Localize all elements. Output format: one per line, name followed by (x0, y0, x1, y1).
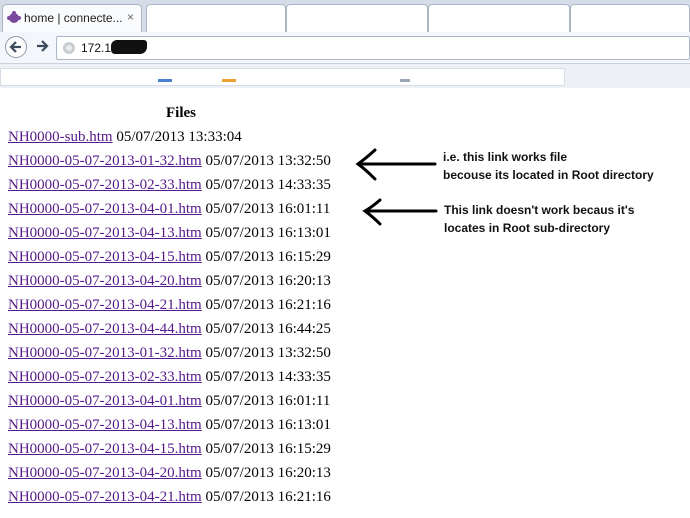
tab-title: home | connecte... (24, 11, 123, 25)
file-link[interactable]: NH0000-05-07-2013-04-15.htm (8, 441, 202, 457)
forward-arrow-icon (37, 40, 49, 52)
file-link[interactable]: NH0000-05-07-2013-04-13.htm (8, 417, 202, 433)
annotation-line: becouse its located in Root directory (443, 168, 654, 182)
file-row: NH0000-05-07-2013-04-15.htm 05/07/2013 1… (8, 249, 331, 266)
file-link[interactable]: NH0000-05-07-2013-02-33.htm (8, 177, 202, 193)
tab-blank[interactable] (146, 4, 286, 32)
file-date: 05/07/2013 16:15:29 (201, 249, 331, 265)
file-date: 05/07/2013 16:01:11 (201, 201, 331, 217)
file-date: 05/07/2013 16:13:01 (201, 225, 331, 241)
file-link[interactable]: NH0000-05-07-2013-04-20.htm (8, 465, 202, 481)
file-date: 05/07/2013 16:20:13 (201, 273, 331, 289)
file-link[interactable]: NH0000-05-07-2013-04-44.htm (8, 321, 202, 337)
tab-home[interactable]: home | connecte... × (2, 4, 142, 32)
file-row: NH0000-05-07-2013-04-01.htm 05/07/2013 1… (8, 201, 330, 218)
left-arrow-icon (355, 148, 437, 181)
file-date: 05/07/2013 16:21:16 (201, 489, 331, 505)
annotation-line: locates in Root sub-directory (444, 221, 611, 235)
file-row: NH0000-05-07-2013-04-20.htm 05/07/2013 1… (8, 465, 331, 482)
left-arrow-icon (362, 198, 438, 226)
file-row: NH0000-05-07-2013-04-01.htm 05/07/2013 1… (8, 393, 330, 410)
bookmark-marker (222, 79, 236, 82)
tab-close-icon[interactable]: × (127, 10, 134, 24)
page-heading: Files (166, 105, 196, 121)
file-link[interactable]: NH0000-05-07-2013-04-13.htm (8, 225, 202, 241)
page-content: Files NH0000-sub.htm 05/07/2013 13:33:04… (0, 88, 690, 518)
file-date: 05/07/2013 14:33:35 (201, 369, 331, 385)
file-date: 05/07/2013 16:01:11 (201, 393, 331, 409)
file-link[interactable]: NH0000-sub.htm (8, 129, 113, 145)
file-row: NH0000-05-07-2013-04-13.htm 05/07/2013 1… (8, 417, 331, 434)
file-date: 05/07/2013 13:33:04 (112, 129, 242, 145)
file-link[interactable]: NH0000-05-07-2013-04-15.htm (8, 249, 202, 265)
navigation-bar: 172.16. (0, 32, 690, 64)
file-date: 05/07/2013 16:44:25 (201, 321, 331, 337)
file-date: 05/07/2013 16:15:29 (201, 441, 331, 457)
file-date: 05/07/2013 14:33:35 (201, 177, 331, 193)
globe-icon (63, 42, 75, 54)
tab-blank[interactable] (286, 4, 428, 32)
tab-blank[interactable] (428, 4, 570, 32)
file-link[interactable]: NH0000-05-07-2013-04-21.htm (8, 297, 202, 313)
file-row: NH0000-05-07-2013-04-44.htm 05/07/2013 1… (8, 321, 331, 338)
file-link[interactable]: NH0000-05-07-2013-04-01.htm (8, 201, 202, 217)
file-row: NH0000-05-07-2013-04-15.htm 05/07/2013 1… (8, 441, 331, 458)
file-row: NH0000-05-07-2013-04-13.htm 05/07/2013 1… (8, 225, 331, 242)
forward-button[interactable] (32, 36, 54, 58)
puzzle-icon (7, 11, 21, 23)
address-bar[interactable]: 172.16. (56, 36, 690, 60)
browser-chrome: home | connecte... × 172.16. (0, 0, 690, 88)
file-link[interactable]: NH0000-05-07-2013-01-32.htm (8, 153, 202, 169)
bookmarks-area (0, 68, 565, 86)
file-row: NH0000-05-07-2013-02-33.htm 05/07/2013 1… (8, 177, 331, 194)
file-link[interactable]: NH0000-05-07-2013-04-21.htm (8, 489, 202, 505)
file-date: 05/07/2013 13:32:50 (201, 153, 331, 169)
file-row: NH0000-05-07-2013-04-20.htm 05/07/2013 1… (8, 273, 331, 290)
file-row: NH0000-05-07-2013-01-32.htm 05/07/2013 1… (8, 345, 331, 362)
file-row: NH0000-sub.htm 05/07/2013 13:33:04 (8, 129, 242, 146)
file-date: 05/07/2013 16:13:01 (201, 417, 331, 433)
file-link[interactable]: NH0000-05-07-2013-02-33.htm (8, 369, 202, 385)
file-date: 05/07/2013 16:20:13 (201, 465, 331, 481)
back-arrow-icon (9, 41, 21, 53)
annotation-note-1: i.e. this link works file becouse its lo… (443, 148, 654, 184)
annotation-note-2: This link doesn't work becaus it's locat… (444, 201, 634, 237)
bookmark-marker (400, 79, 410, 82)
file-link[interactable]: NH0000-05-07-2013-04-20.htm (8, 273, 202, 289)
redaction-mark (111, 40, 147, 54)
back-button[interactable] (5, 36, 27, 58)
file-row: NH0000-05-07-2013-04-21.htm 05/07/2013 1… (8, 489, 331, 506)
annotation-line: i.e. this link works file (443, 150, 568, 164)
annotation-line: This link doesn't work becaus it's (444, 203, 635, 217)
file-row: NH0000-05-07-2013-01-32.htm 05/07/2013 1… (8, 153, 331, 170)
tab-blank[interactable] (570, 4, 690, 32)
tab-bar: home | connecte... × (0, 0, 690, 32)
bookmarks-bar (0, 64, 690, 88)
file-row: NH0000-05-07-2013-02-33.htm 05/07/2013 1… (8, 369, 331, 386)
file-row: NH0000-05-07-2013-04-21.htm 05/07/2013 1… (8, 297, 331, 314)
file-link[interactable]: NH0000-05-07-2013-01-32.htm (8, 345, 202, 361)
file-date: 05/07/2013 13:32:50 (201, 345, 331, 361)
bookmark-marker (158, 79, 172, 82)
file-date: 05/07/2013 16:21:16 (201, 297, 331, 313)
file-link[interactable]: NH0000-05-07-2013-04-01.htm (8, 393, 202, 409)
